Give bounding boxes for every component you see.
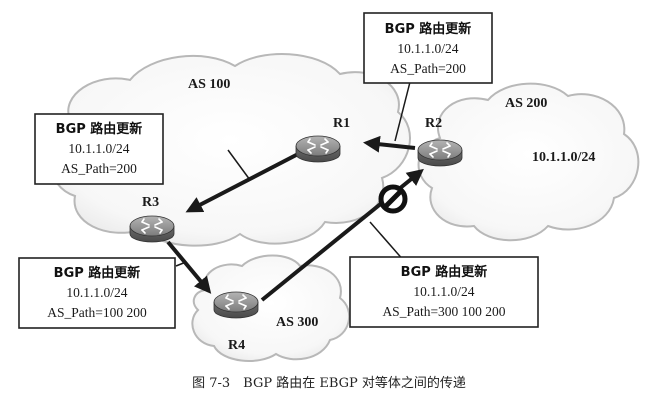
update-as-path: AS_Path=100 200 bbox=[47, 305, 147, 320]
router-r2-label: R2 bbox=[425, 116, 442, 131]
router-r4[interactable] bbox=[213, 291, 259, 319]
update-title: BGP 路由更新 bbox=[401, 264, 488, 280]
update-box-r1-to-r3: BGP 路由更新 10.1.1.0/24 AS_Path=200 bbox=[34, 113, 164, 185]
router-r1-label: R1 bbox=[333, 116, 350, 131]
update-title: BGP 路由更新 bbox=[56, 121, 143, 137]
blocked-icon bbox=[378, 184, 408, 214]
callout-leader-r4r2 bbox=[369, 221, 406, 263]
update-as-path: AS_Path=200 bbox=[390, 61, 466, 76]
update-prefix: 10.1.1.0/24 bbox=[413, 284, 474, 299]
update-prefix: 10.1.1.0/24 bbox=[68, 141, 129, 156]
router-r4-label: R4 bbox=[228, 338, 245, 353]
as200-prefix-label: 10.1.1.0/24 bbox=[532, 150, 595, 165]
figure-caption: 图 7-3 BGP 路由在 EBGP 对等体之间的传递 bbox=[192, 375, 466, 391]
update-box-r2-to-r1: BGP 路由更新 10.1.1.0/24 AS_Path=200 bbox=[363, 12, 493, 84]
update-as-path: AS_Path=200 bbox=[61, 161, 137, 176]
update-box-r4-to-r2: BGP 路由更新 10.1.1.0/24 AS_Path=300 100 200 bbox=[349, 256, 539, 328]
update-prefix: 10.1.1.0/24 bbox=[397, 41, 458, 56]
as200-label: AS 200 bbox=[505, 96, 547, 111]
update-title: BGP 路由更新 bbox=[54, 265, 141, 281]
as300-label: AS 300 bbox=[276, 315, 318, 330]
update-title: BGP 路由更新 bbox=[385, 21, 472, 37]
router-r3-label: R3 bbox=[142, 195, 159, 210]
router-r2[interactable] bbox=[417, 139, 463, 167]
router-r3[interactable] bbox=[129, 215, 175, 243]
as100-label: AS 100 bbox=[188, 77, 230, 92]
update-as-path: AS_Path=300 100 200 bbox=[382, 304, 505, 319]
bgp-propagation-diagram: AS 100 AS 200 AS 300 10.1.1.0/24 R1 R2 R… bbox=[18, 12, 640, 391]
router-r1[interactable] bbox=[295, 135, 341, 163]
update-box-r3-to-r4: BGP 路由更新 10.1.1.0/24 AS_Path=100 200 bbox=[18, 257, 176, 329]
update-prefix: 10.1.1.0/24 bbox=[66, 285, 127, 300]
